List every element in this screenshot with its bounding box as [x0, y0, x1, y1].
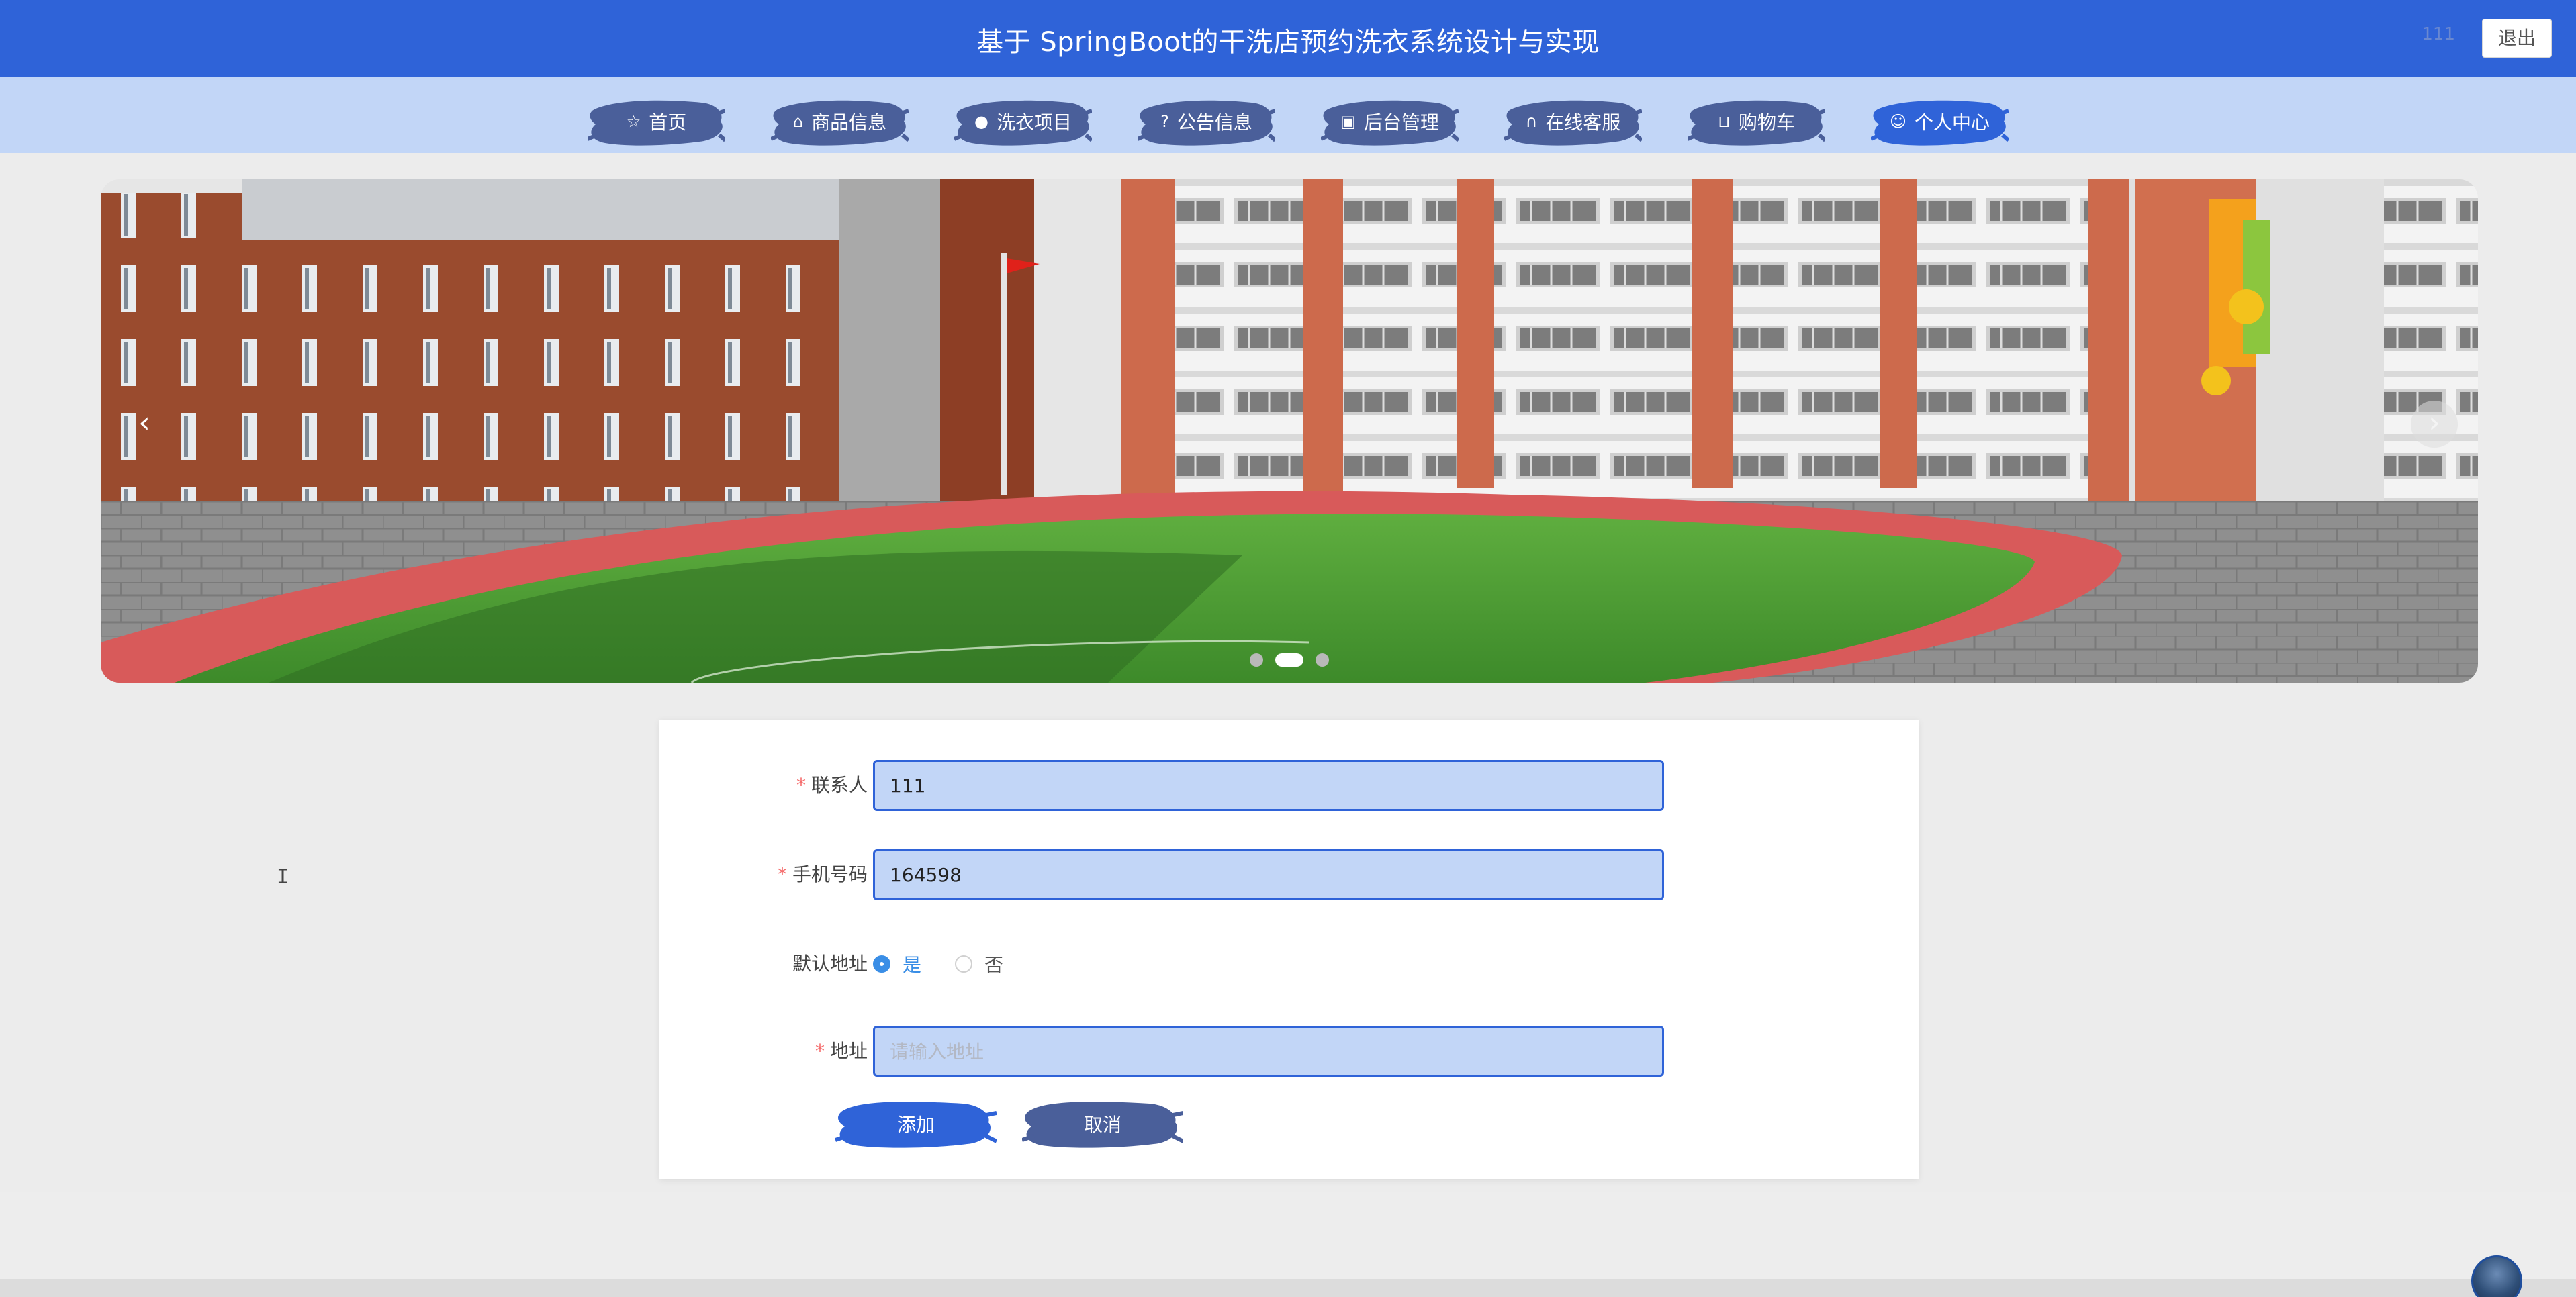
user-icon: ☺: [1889, 112, 1906, 131]
address-label-text: 地址: [829, 1040, 868, 1062]
default-address-label: 默认地址: [792, 953, 868, 975]
info-icon: ●: [974, 112, 988, 131]
headset-icon: ∩: [1525, 112, 1538, 131]
footer: [0, 1192, 2576, 1279]
logout-button[interactable]: 退出: [2482, 19, 2552, 58]
carousel-prev-button[interactable]: ‹: [121, 401, 168, 448]
required-mark: *: [777, 863, 787, 885]
nav-item[interactable]: ∩ 在线客服: [1504, 93, 1642, 150]
nav-item-content: ∩ 在线客服: [1526, 108, 1621, 135]
add-button-label: 添加: [896, 1114, 935, 1136]
address-label: * 地址: [815, 1026, 868, 1077]
address-row: * 地址: [659, 1026, 1919, 1077]
nav-item-content: ⊔ 购物车: [1718, 108, 1795, 135]
nav-item-label: 个人中心: [1915, 111, 1990, 134]
radio-option[interactable]: 是: [873, 951, 921, 977]
phone-label: * 手机号码: [778, 849, 868, 900]
nav-item-content: ▣ 后台管理: [1340, 108, 1439, 135]
text-cursor-icon: I: [277, 865, 289, 889]
nav-item-label: 首页: [649, 111, 687, 134]
username-label: 111: [2422, 24, 2455, 44]
footer-bar: [0, 1279, 2576, 1297]
nav-item[interactable]: ⌂ 商品信息: [771, 93, 909, 150]
nav-item-label: 后台管理: [1363, 111, 1439, 134]
nav-item[interactable]: ☆ 首页: [588, 93, 725, 150]
required-mark: *: [796, 774, 806, 796]
nav-item-label: 公告信息: [1177, 111, 1252, 134]
cancel-button-label: 取消: [1083, 1114, 1121, 1136]
cancel-button[interactable]: 取消: [1022, 1096, 1183, 1152]
add-button[interactable]: 添加: [835, 1096, 997, 1152]
radio-option[interactable]: 否: [955, 951, 1003, 977]
contact-input[interactable]: [873, 760, 1664, 811]
phone-input[interactable]: [873, 849, 1664, 900]
phone-label-text: 手机号码: [792, 863, 868, 885]
nav-item[interactable]: ? 公告信息: [1138, 93, 1275, 150]
contact-row: * 联系人: [659, 760, 1919, 811]
default-address-row: 默认地址 是否: [659, 939, 1919, 990]
radio-circle: [873, 955, 890, 973]
carousel-dot[interactable]: [1250, 653, 1263, 667]
nav-item[interactable]: ▣ 后台管理: [1321, 93, 1459, 150]
bag-icon: ⌂: [792, 112, 804, 131]
default-address-radio-group: 是否: [873, 939, 1003, 990]
radio-label: 是: [903, 954, 922, 976]
nav-item-label: 购物车: [1738, 111, 1795, 134]
nav-item[interactable]: ☺ 个人中心: [1871, 93, 2009, 150]
nav-item[interactable]: ⊔ 购物车: [1688, 93, 1825, 150]
nav-item-content: ☆ 首页: [627, 108, 687, 135]
nav-item-label: 商品信息: [811, 111, 887, 134]
nav-item[interactable]: ● 洗衣项目: [954, 93, 1092, 150]
address-form: *联系人 *手机号码 默认地址 是否 *地址 添加 取消: [659, 720, 1919, 1179]
contact-label: * 联系人: [796, 760, 868, 811]
gift-icon: ▣: [1340, 112, 1356, 131]
nav-item-content: ? 公告信息: [1160, 108, 1252, 135]
nav-item-label: 洗衣项目: [996, 111, 1072, 134]
nav-item-content: ☺ 个人中心: [1890, 108, 1990, 135]
nav-item-label: 在线客服: [1545, 111, 1621, 134]
contact-label-text: 联系人: [811, 774, 868, 796]
app-title: 基于 SpringBoot的干洗店预约洗衣系统设计与实现: [976, 27, 1600, 58]
carousel-dot[interactable]: [1275, 653, 1303, 667]
carousel-dot[interactable]: [1316, 653, 1329, 667]
question-icon: ?: [1160, 112, 1169, 131]
radio-circle: [955, 955, 973, 973]
radio-label: 否: [984, 954, 1004, 976]
phone-row: * 手机号码: [659, 849, 1919, 900]
address-input[interactable]: [873, 1026, 1664, 1077]
banner-image: [101, 179, 2478, 683]
main-nav: ☆ 首页 ⌂ 商品信息 ● 洗衣项目? 公告信息 ▣ 后台管理 ∩ 在线客服 ⊔ 购物车 ☺ 个人中心: [0, 77, 2576, 153]
nav-list: ☆ 首页 ⌂ 商品信息 ● 洗衣项目? 公告信息 ▣ 后台管理 ∩ 在线客服 ⊔ 购物车 ☺ 个人中心: [588, 93, 2009, 150]
carousel-next-button[interactable]: ›: [2411, 401, 2458, 448]
banner-carousel: ‹ ›: [101, 179, 2478, 683]
nav-item-content: ● 洗衣项目: [974, 108, 1072, 135]
nav-item-content: ⌂ 商品信息: [793, 108, 886, 135]
top-header: 基于 SpringBoot的干洗店预约洗衣系统设计与实现 111 退出: [0, 0, 2576, 77]
star-icon: ☆: [626, 112, 641, 131]
carousel-indicators: [101, 653, 2478, 667]
required-mark: *: [815, 1040, 825, 1062]
cart-icon: ⊔: [1718, 112, 1731, 131]
